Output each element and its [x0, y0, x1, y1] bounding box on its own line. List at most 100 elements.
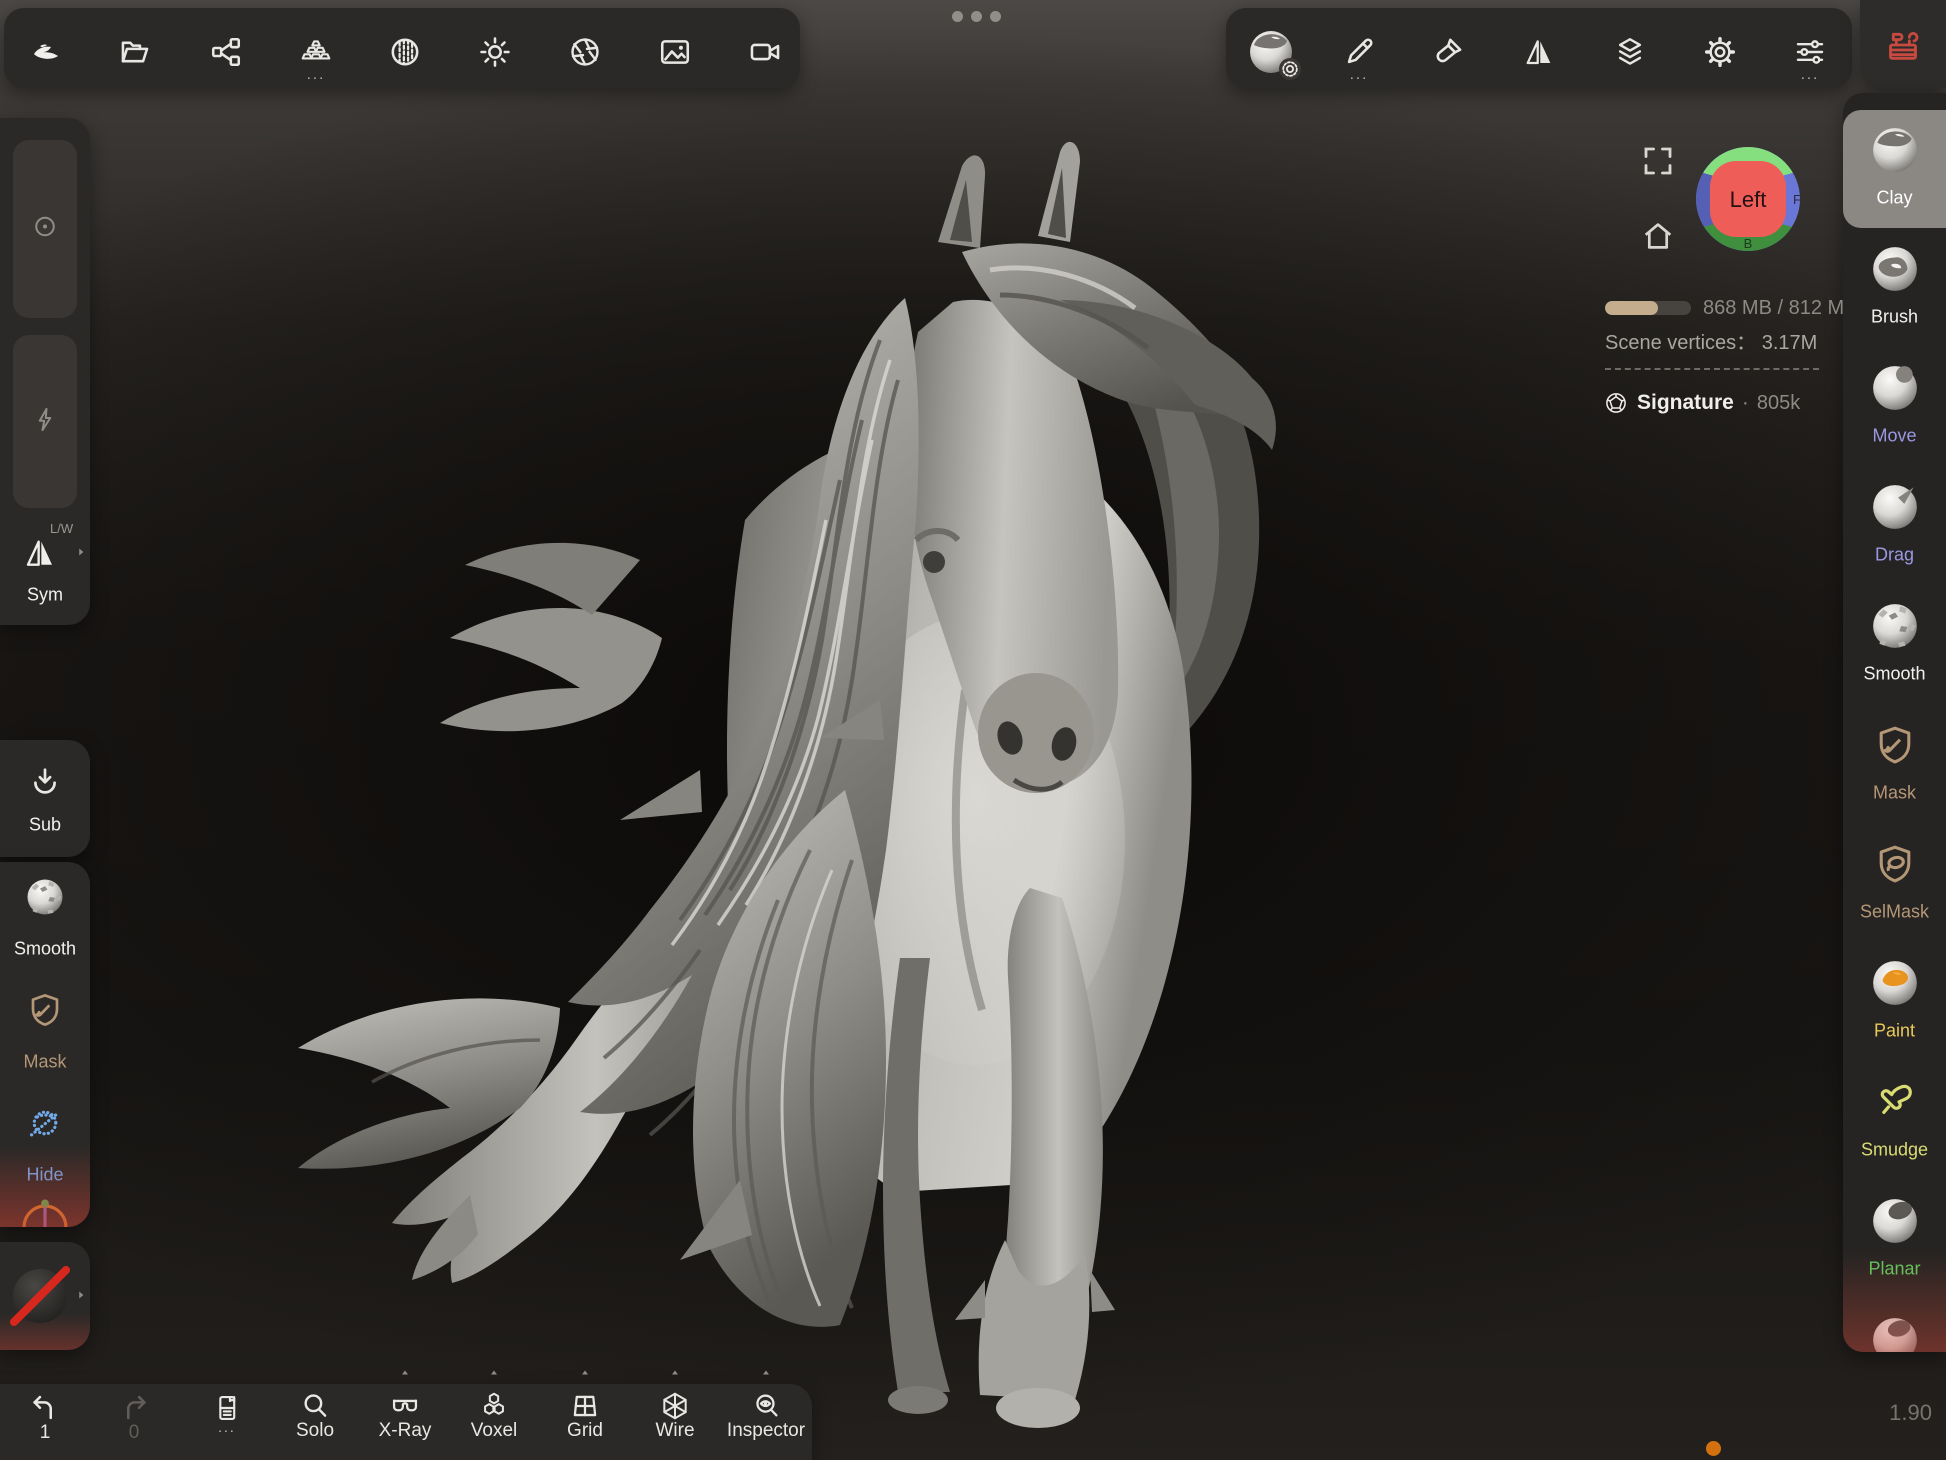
- signature-row[interactable]: Signature · 805k: [1603, 390, 1800, 416]
- svg-text:B: B: [1744, 236, 1753, 251]
- toggle-label: Inspector: [723, 1420, 809, 1442]
- symmetry-icon[interactable]: [1509, 22, 1569, 82]
- settings-icon[interactable]: [1690, 22, 1750, 82]
- tool-label: Paint: [1843, 1021, 1946, 1042]
- sym-label: Sym: [0, 585, 90, 606]
- sub-label: Sub: [0, 815, 90, 836]
- toggle-x-ray[interactable]: X-Ray: [362, 1390, 448, 1442]
- intensity-slider[interactable]: [13, 335, 77, 508]
- grid-icon: [542, 1390, 628, 1422]
- sliders-icon-overflow-dots: ...: [1801, 70, 1820, 80]
- bottom-toolbar: 1 0 ... SoloX-RayVoxelGridWireInspector: [0, 1384, 812, 1460]
- toggle-wire[interactable]: Wire: [632, 1390, 718, 1442]
- falloff-expand-caret[interactable]: [74, 1288, 88, 1302]
- paintbrush-icon[interactable]: [1418, 22, 1478, 82]
- memory-bar-fill: [1605, 301, 1658, 315]
- layers-icon[interactable]: [1600, 22, 1660, 82]
- signature-value: 805k: [1757, 392, 1800, 415]
- home-view-icon[interactable]: [1640, 218, 1676, 254]
- multires-icon-overflow-dots: ...: [307, 70, 326, 80]
- redo-button[interactable]: 0: [91, 1392, 177, 1444]
- app-stage: ... ...... Clay Brush Move Drag SmoothMa…: [0, 0, 1946, 1460]
- shortcut-smooth[interactable]: Smooth: [0, 869, 90, 969]
- toolbox-icon[interactable]: [1881, 23, 1925, 67]
- shortcut-label: Smooth: [0, 939, 90, 960]
- history-menu-dots: ...: [184, 1422, 270, 1432]
- toggle-label: Voxel: [451, 1420, 537, 1442]
- shortcut-panel: SmoothMaskHide: [0, 862, 90, 1227]
- matcap-icon[interactable]: [375, 22, 435, 82]
- sym-mirror-icon: [22, 535, 58, 571]
- toggle-grid[interactable]: Grid: [542, 1390, 628, 1442]
- xray-icon: [362, 1390, 448, 1422]
- ball-smooth-icon: [1870, 601, 1920, 651]
- material-sphere-icon[interactable]: [1241, 22, 1301, 82]
- tool-label: Brush: [1843, 307, 1946, 328]
- memory-bar: [1605, 301, 1691, 315]
- lighting-icon[interactable]: [465, 22, 525, 82]
- toggle-label: X-Ray: [362, 1420, 448, 1442]
- signature-sphere-icon: [1603, 390, 1629, 416]
- ball-drag-icon: [1870, 482, 1920, 532]
- fullscreen-icon[interactable]: [1640, 143, 1676, 179]
- top-toolbar-right: ......: [1226, 8, 1852, 88]
- camera-icon[interactable]: [555, 22, 615, 82]
- undo-count: 1: [2, 1422, 88, 1444]
- tool-label: SelMask: [1843, 902, 1946, 923]
- turntable-icon[interactable]: [735, 22, 795, 82]
- zoom-level: 1.90: [1862, 1400, 1932, 1426]
- record-indicator-dot: [1706, 1441, 1721, 1456]
- toggle-voxel[interactable]: Voxel: [451, 1390, 537, 1442]
- options-caret: [488, 1368, 500, 1377]
- options-caret: [579, 1368, 591, 1377]
- tool-label: Smooth: [1843, 664, 1946, 685]
- svg-text:F: F: [1793, 192, 1801, 207]
- app-logo-icon[interactable]: [16, 22, 76, 82]
- background-image-icon[interactable]: [645, 22, 705, 82]
- falloff-none-icon: [8, 1264, 72, 1328]
- toggle-label: Solo: [272, 1420, 358, 1442]
- tool-label: Move: [1843, 426, 1946, 447]
- ball-clay-icon: [1870, 125, 1920, 175]
- ball-brush-icon: [1870, 244, 1920, 294]
- orientation-gizmo[interactable]: Left F B: [1695, 146, 1801, 252]
- handle-dot: [971, 11, 982, 22]
- ball-move-icon: [1870, 363, 1920, 413]
- node-graph-icon[interactable]: [196, 22, 256, 82]
- pencil-icon-overflow-dots: ...: [1350, 70, 1369, 80]
- toggle-solo[interactable]: Solo: [272, 1390, 358, 1442]
- tool-label: Clay: [1843, 188, 1946, 209]
- horse-sculpture: [298, 142, 1276, 1428]
- ball-paint-icon: [1870, 958, 1920, 1008]
- undo-button[interactable]: 1: [2, 1392, 88, 1444]
- handle-dot: [990, 11, 1001, 22]
- scene-vertices: Scene vertices： 3.17M: [1605, 326, 1817, 355]
- memory-text: 868 MB / 812 M: [1703, 297, 1846, 320]
- separator-dashed: [1605, 368, 1819, 370]
- falloff-panel[interactable]: [0, 1242, 90, 1350]
- sym-expand-caret[interactable]: [74, 545, 88, 559]
- shield-brush-icon: [1872, 722, 1918, 768]
- options-caret: [669, 1368, 681, 1377]
- handle-dot: [952, 11, 963, 22]
- toggle-inspector[interactable]: Inspector: [723, 1390, 809, 1442]
- tool-label: Smudge: [1843, 1140, 1946, 1161]
- magnifier-icon: [272, 1390, 358, 1422]
- shield-lasso-icon: [1872, 841, 1918, 887]
- tool-rail: Clay Brush Move Drag SmoothMaskSelMask P…: [1843, 93, 1946, 1352]
- window-handle[interactable]: [952, 11, 1001, 22]
- radius-slider[interactable]: [13, 140, 77, 318]
- subdivide-icon: [27, 764, 63, 800]
- toolbox-corner-panel: [1860, 0, 1946, 88]
- tool-label: Mask: [1843, 783, 1946, 804]
- history-menu-button[interactable]: ...: [184, 1392, 270, 1432]
- shortcut-mask[interactable]: Mask: [0, 982, 90, 1082]
- redo-count: 0: [91, 1422, 177, 1444]
- sub-panel[interactable]: Sub: [0, 740, 90, 857]
- ball-planar-icon: [1870, 1196, 1920, 1246]
- options-caret: [399, 1368, 411, 1377]
- symmetry-toggle[interactable]: L/W Sym: [0, 513, 90, 618]
- toggle-label: Wire: [632, 1420, 718, 1442]
- gizmo-face-label: Left: [1730, 187, 1767, 212]
- files-icon[interactable]: [105, 22, 165, 82]
